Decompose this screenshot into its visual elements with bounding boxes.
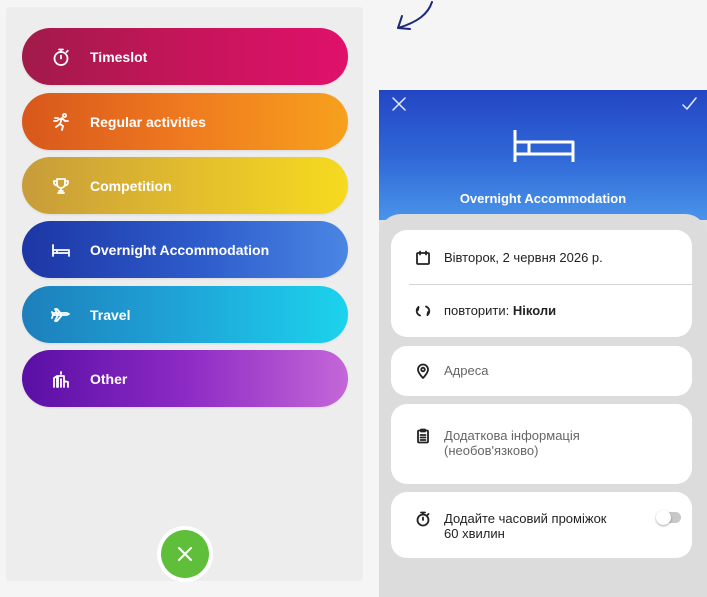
category-label: Competition <box>90 177 172 194</box>
calendar-icon <box>415 250 431 266</box>
category-other-button[interactable]: Other <box>22 350 348 407</box>
category-label: Other <box>90 370 128 387</box>
date-row[interactable]: Вівторок, 2 червня 2026 р. <box>391 250 692 268</box>
clipboard-icon <box>415 428 431 444</box>
reminder-toggle[interactable] <box>656 510 681 525</box>
divider <box>409 284 692 285</box>
arrow-decoration <box>397 1 433 30</box>
reminder-line1: Додайте часовий проміжок <box>444 511 607 526</box>
toggle-knob <box>656 510 671 525</box>
close-icon <box>178 547 192 561</box>
location-pin-icon <box>415 363 431 379</box>
category-label: Regular activities <box>90 113 206 130</box>
close-icon[interactable] <box>391 96 407 112</box>
category-label: Travel <box>90 306 131 323</box>
info-input[interactable]: Додаткова інформація (необов'язково) <box>444 428 580 458</box>
reminder-line2: 60 хвилин <box>444 526 505 541</box>
check-icon[interactable] <box>681 96 697 112</box>
airplane-icon <box>48 305 74 325</box>
close-button[interactable] <box>157 526 213 582</box>
address-input[interactable]: Адреса <box>444 363 488 378</box>
detail-title: Overnight Accommodation <box>459 191 627 206</box>
reminder-row: Додайте часовий проміжок 60 хвилин <box>391 511 692 545</box>
event-detail-panel: Overnight Accommodation Вівторок, 2 черв… <box>379 90 707 597</box>
repeat-text: повторити: Ніколи <box>444 303 556 318</box>
reminder-card: Додайте часовий проміжок 60 хвилин <box>391 492 692 558</box>
info-row[interactable]: Додаткова інформація (необов'язково) <box>391 428 692 462</box>
repeat-icon <box>415 303 431 319</box>
reminder-text: Додайте часовий проміжок 60 хвилин <box>444 511 606 541</box>
category-competition-button[interactable]: Competition <box>22 157 348 214</box>
bed-icon <box>511 128 577 164</box>
category-overnight-accommodation-button[interactable]: Overnight Accommodation <box>22 221 348 278</box>
info-placeholder-line2: (необов'язково) <box>444 443 539 458</box>
date-card: Вівторок, 2 червня 2026 р. повторити: Ні… <box>391 230 692 337</box>
bed-icon <box>48 240 74 260</box>
trophy-icon <box>48 176 74 196</box>
address-card[interactable]: Адреса <box>391 346 692 396</box>
date-text: Вівторок, 2 червня 2026 р. <box>444 250 603 265</box>
address-row[interactable]: Адреса <box>391 363 692 381</box>
other-icon <box>48 369 74 389</box>
info-placeholder-line1: Додаткова інформація <box>444 428 580 443</box>
stopwatch-icon <box>48 47 74 67</box>
info-card[interactable]: Додаткова інформація (необов'язково) <box>391 404 692 484</box>
category-picker-panel: Timeslot Regular activities Competition … <box>6 7 363 582</box>
category-travel-button[interactable]: Travel <box>22 286 348 343</box>
category-label: Overnight Accommodation <box>90 241 270 258</box>
repeat-row[interactable]: повторити: Ніколи <box>391 303 692 321</box>
category-regular-activities-button[interactable]: Regular activities <box>22 93 348 150</box>
repeat-value: Ніколи <box>512 303 557 318</box>
category-timeslot-button[interactable]: Timeslot <box>22 28 348 85</box>
detail-header: Overnight Accommodation <box>379 90 707 220</box>
repeat-prefix: повторити: <box>444 303 510 318</box>
category-label: Timeslot <box>90 48 148 65</box>
running-icon <box>48 112 74 132</box>
stopwatch-icon <box>415 511 431 527</box>
